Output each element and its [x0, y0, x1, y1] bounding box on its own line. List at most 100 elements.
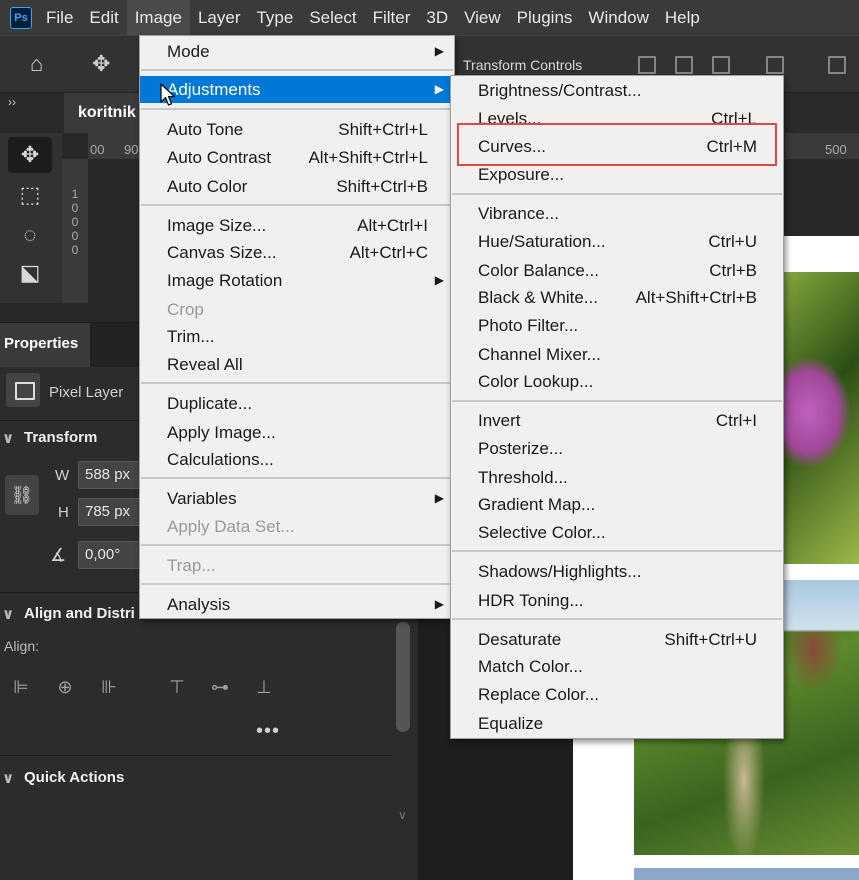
menu-item-apply-image[interactable]: Apply Image... [140, 419, 454, 446]
curves-highlight-outline [457, 123, 777, 166]
menu-item-image-size[interactable]: Image Size... Alt+Ctrl+I [140, 212, 454, 239]
document-tab[interactable]: koritnik [64, 93, 140, 133]
menu-3d[interactable]: 3D [418, 0, 456, 35]
ruler-tick-label: 90 [124, 142, 139, 157]
menu-item-label: Apply Data Set... [167, 517, 295, 536]
submenu-arrow-icon: ▶ [434, 82, 444, 96]
shortcut: Shift+Ctrl+L [338, 120, 428, 139]
menu-item-label: Black & White... [478, 288, 598, 307]
menu-item-invert[interactable]: Invert Ctrl+I [451, 407, 783, 434]
menu-item-label: Calculations... [167, 450, 274, 469]
menu-item-trim[interactable]: Trim... [140, 323, 454, 350]
menu-view[interactable]: View [456, 0, 509, 35]
menu-item-image-rotation[interactable]: Image Rotation ▶ [140, 267, 454, 294]
lasso-tool-icon[interactable]: ◌ [8, 217, 52, 253]
menu-item-label: Shadows/Highlights... [478, 562, 642, 581]
menu-item-threshold[interactable]: Threshold... [451, 464, 783, 491]
menu-item-duplicate[interactable]: Duplicate... [140, 390, 454, 417]
menu-item-desaturate[interactable]: Desaturate Shift+Ctrl+U [451, 626, 783, 653]
menu-item-label: Replace Color... [478, 685, 599, 704]
align-right-icon[interactable] [712, 56, 730, 74]
move-tool-icon[interactable]: ✥ [8, 137, 52, 173]
menu-item-posterize[interactable]: Posterize... [451, 435, 783, 462]
scroll-down-icon[interactable]: ∨ [398, 808, 407, 822]
layer-type-label: Pixel Layer [49, 384, 124, 401]
angle-field[interactable]: 0,00° [78, 541, 140, 569]
tab-properties[interactable]: Properties [0, 323, 90, 367]
menu-item-photo-filter[interactable]: Photo Filter... [451, 312, 783, 339]
shortcut: Ctrl+U [708, 232, 757, 251]
menu-edit[interactable]: Edit [81, 0, 126, 35]
height-field[interactable]: 785 px [78, 498, 140, 526]
menu-item-auto-color[interactable]: Auto Color Shift+Ctrl+B [140, 173, 454, 200]
menu-item-channel-mixer[interactable]: Channel Mixer... [451, 341, 783, 368]
menu-item-analysis[interactable]: Analysis ▶ [140, 591, 454, 618]
menu-select[interactable]: Select [301, 0, 364, 35]
menu-item-label: Levels... [478, 109, 542, 123]
menu-item-equalize[interactable]: Equalize [451, 710, 783, 737]
menu-item-hue-saturation[interactable]: Hue/Saturation... Ctrl+U [451, 228, 783, 255]
menu-type[interactable]: Type [248, 0, 301, 35]
home-icon[interactable]: ⌂ [30, 51, 43, 77]
menu-layer[interactable]: Layer [190, 0, 249, 35]
menu-item-color-balance[interactable]: Color Balance... Ctrl+B [451, 257, 783, 284]
align-top-edges-icon[interactable]: ⊤ [166, 677, 188, 699]
menu-item-shadows-highlights[interactable]: Shadows/Highlights... [451, 558, 783, 585]
menu-item-levels[interactable]: Levels... Ctrl+L [451, 105, 783, 123]
align-right-edges-icon[interactable]: ⊪ [98, 677, 120, 699]
show-transform-controls-label[interactable]: Transform Controls [463, 57, 582, 73]
menu-item-auto-tone[interactable]: Auto Tone Shift+Ctrl+L [140, 116, 454, 143]
menu-item-hdr-toning[interactable]: HDR Toning... [451, 587, 783, 614]
menu-item-black-white[interactable]: Black & White... Alt+Shift+Ctrl+B [451, 284, 783, 311]
width-field[interactable]: 588 px [78, 461, 140, 489]
menu-item-adjustments[interactable]: Adjustments ▶ [140, 76, 454, 103]
menu-item-match-color[interactable]: Match Color... [451, 653, 783, 680]
menu-item-auto-contrast[interactable]: Auto Contrast Alt+Shift+Ctrl+L [140, 144, 454, 171]
align-horizontal-centers-icon[interactable]: ⊕ [54, 677, 76, 699]
more-options-icon[interactable]: ••• [256, 720, 280, 743]
menu-item-label: Auto Color [167, 177, 248, 196]
transform-section-header[interactable]: ∨ Transform [0, 429, 140, 447]
menu-item-brightness-contrast[interactable]: Brightness/Contrast... [451, 77, 783, 104]
expand-panels-icon[interactable]: ›› [8, 95, 16, 109]
menu-image[interactable]: Image [126, 0, 190, 35]
menu-help[interactable]: Help [657, 0, 708, 35]
align-more-icon[interactable] [766, 56, 784, 74]
separator [452, 618, 782, 620]
quick-actions-section-header[interactable]: ∨ Quick Actions [0, 769, 140, 787]
menu-filter[interactable]: Filter [365, 0, 419, 35]
menu-window[interactable]: Window [580, 0, 656, 35]
object-selection-tool-icon[interactable]: ⬕ [8, 255, 52, 291]
menu-item-replace-color[interactable]: Replace Color... [451, 681, 783, 708]
menu-item-vibrance[interactable]: Vibrance... [451, 200, 783, 227]
menu-item-canvas-size[interactable]: Canvas Size... Alt+Ctrl+C [140, 239, 454, 266]
menu-item-label: Trim... [167, 327, 215, 346]
menu-item-calculations[interactable]: Calculations... [140, 446, 454, 473]
align-top-icon[interactable] [828, 56, 846, 74]
marquee-tool-icon[interactable]: ⬚ [8, 177, 52, 213]
align-section-header[interactable]: ∨ Align and Distri [0, 605, 140, 623]
separator [141, 477, 453, 479]
menu-item-reveal-all[interactable]: Reveal All [140, 351, 454, 378]
panel-scrollbar[interactable] [396, 622, 410, 732]
menu-item-mode[interactable]: Mode ▶ [140, 38, 454, 65]
menu-file[interactable]: File [38, 0, 81, 35]
menu-plugins[interactable]: Plugins [509, 0, 581, 35]
menu-item-gradient-map[interactable]: Gradient Map... [451, 491, 783, 518]
separator [141, 108, 453, 110]
menu-item-variables[interactable]: Variables ▶ [140, 485, 454, 512]
menu-bar: Ps File Edit Image Layer Type Select Fil… [0, 0, 859, 35]
ruler-top-right: 500 [785, 133, 859, 159]
menu-item-selective-color[interactable]: Selective Color... [451, 519, 783, 546]
move-tool-icon[interactable]: ✥ [92, 51, 110, 77]
align-vertical-centers-icon[interactable]: ⊶ [209, 677, 231, 699]
menu-item-label: Image Size... [167, 216, 267, 235]
align-left-icon[interactable] [638, 56, 656, 74]
shortcut: Alt+Shift+Ctrl+B [635, 288, 757, 307]
align-bottom-edges-icon[interactable]: ⊥ [253, 677, 275, 699]
submenu-arrow-icon: ▶ [434, 491, 444, 505]
align-center-icon[interactable] [675, 56, 693, 74]
align-left-edges-icon[interactable]: ⊫ [10, 677, 32, 699]
menu-item-color-lookup[interactable]: Color Lookup... [451, 368, 783, 395]
link-icon[interactable]: ⛓ [5, 475, 39, 515]
